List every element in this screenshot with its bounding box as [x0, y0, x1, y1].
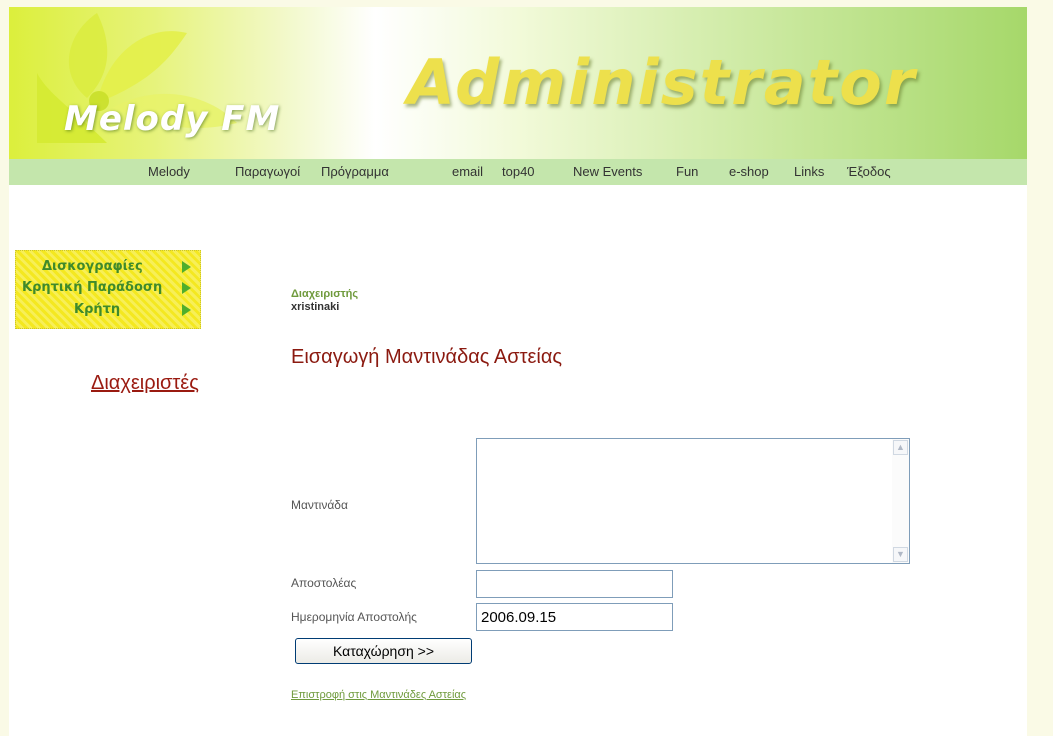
sender-input[interactable]	[476, 570, 673, 598]
top-nav: Melody Παραγωγοί Πρόγραμμα email top40 N…	[9, 159, 1027, 185]
header-banner: Melody FM Administrator	[9, 7, 1027, 159]
back-to-jokes-link[interactable]: Επιστροφή στις Μαντινάδες Αστείας	[291, 689, 466, 701]
nav-item-exit[interactable]: Έξοδος	[847, 164, 891, 179]
nav-item-new-events[interactable]: New Events	[573, 164, 642, 179]
nav-item-producers[interactable]: Παραγωγοί	[235, 164, 300, 179]
side-menu-item-discographies[interactable]: Δισκογραφίες	[16, 257, 200, 277]
side-menu-item-label: Κρητική Παράδοση	[22, 280, 163, 295]
play-arrow-icon	[182, 261, 191, 273]
nav-item-links[interactable]: Links	[794, 164, 824, 179]
textarea-scrollbar[interactable]: ▲ ▼	[892, 439, 909, 563]
nav-item-program[interactable]: Πρόγραμμα	[321, 164, 389, 179]
scroll-down-icon[interactable]: ▼	[893, 547, 908, 562]
nav-item-top40[interactable]: top40	[502, 164, 535, 179]
scroll-up-icon[interactable]: ▲	[893, 440, 908, 455]
side-menu-item-label: Κρήτη	[74, 302, 121, 317]
admins-link[interactable]: Διαχειριστές	[91, 372, 199, 395]
nav-item-email[interactable]: email	[452, 164, 483, 179]
send-date-input[interactable]	[476, 603, 673, 631]
side-menu-item-label: Δισκογραφίες	[42, 259, 143, 274]
side-menu-item-crete[interactable]: Κρήτη	[16, 300, 200, 320]
nav-item-e-shop[interactable]: e-shop	[729, 164, 769, 179]
nav-item-melody[interactable]: Melody	[148, 164, 190, 179]
mantinada-textarea[interactable]	[476, 438, 910, 564]
admin-role-label: Διαχειριστής	[291, 288, 359, 300]
play-arrow-icon	[182, 282, 191, 294]
page-title: Εισαγωγή Μαντινάδας Αστείας	[291, 346, 563, 368]
play-arrow-icon	[182, 304, 191, 316]
send-date-label: Ημερομηνία Αποστολής	[291, 610, 417, 624]
nav-item-fun[interactable]: Fun	[676, 164, 698, 179]
sender-label: Αποστολέας	[291, 576, 357, 590]
submit-button[interactable]: Καταχώρηση >>	[295, 638, 472, 664]
side-menu: Δισκογραφίες Κρητική Παράδοση Κρήτη	[15, 250, 201, 329]
banner-title: Administrator	[407, 46, 917, 119]
page-container: Melody FM Administrator Melody Παραγωγοί…	[9, 7, 1027, 736]
admin-username: xristinaki	[291, 301, 340, 313]
logo-text: Melody FM	[64, 99, 281, 139]
mantinada-label: Μαντινάδα	[291, 498, 348, 512]
side-menu-item-cretan-tradition[interactable]: Κρητική Παράδοση	[16, 278, 200, 298]
